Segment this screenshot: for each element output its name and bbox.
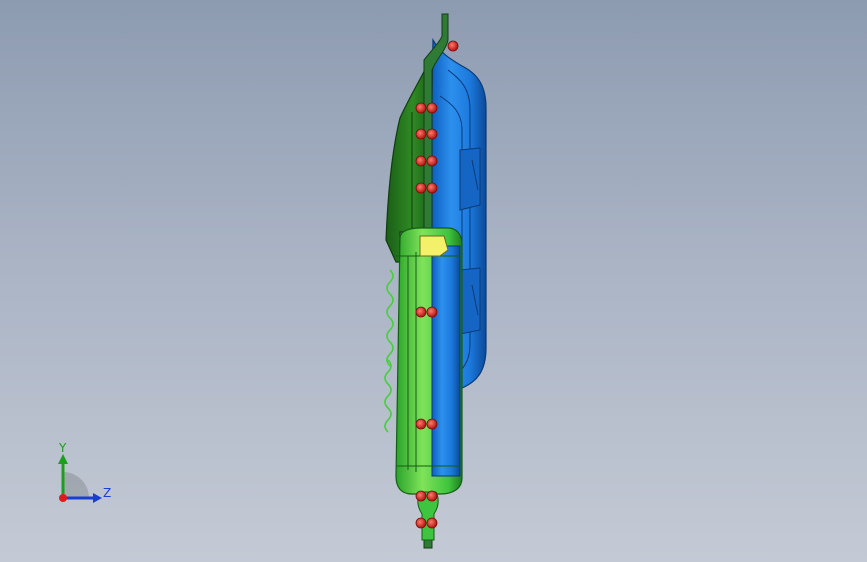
cylinder-blue-band [431, 245, 461, 477]
orientation-triad[interactable]: Y Z [48, 440, 118, 510]
cad-model[interactable] [0, 0, 867, 562]
red-marker [415, 418, 427, 430]
red-marker [426, 418, 438, 430]
red-marker [415, 102, 427, 114]
red-marker [426, 306, 438, 318]
red-marker [426, 517, 438, 529]
blue-pocket [459, 147, 481, 211]
3d-viewport[interactable]: Y Z [0, 0, 867, 562]
red-marker [426, 102, 438, 114]
red-marker [415, 128, 427, 140]
red-marker [447, 40, 459, 52]
x-axis-dot [59, 494, 67, 502]
green-wire-strip [384, 269, 394, 433]
red-marker [426, 182, 438, 194]
red-marker [415, 490, 427, 502]
red-marker [426, 490, 438, 502]
y-axis-label: Y [58, 441, 67, 455]
red-marker [415, 182, 427, 194]
z-axis-label: Z [103, 486, 111, 500]
z-axis-arrow [93, 493, 102, 503]
red-marker [426, 155, 438, 167]
y-axis-arrow [58, 454, 68, 464]
red-marker [415, 155, 427, 167]
red-marker [415, 517, 427, 529]
blue-pocket [459, 267, 481, 335]
red-marker [415, 306, 427, 318]
yellow-part[interactable] [419, 235, 449, 257]
triad-xy-plane [63, 472, 89, 498]
red-marker [426, 128, 438, 140]
